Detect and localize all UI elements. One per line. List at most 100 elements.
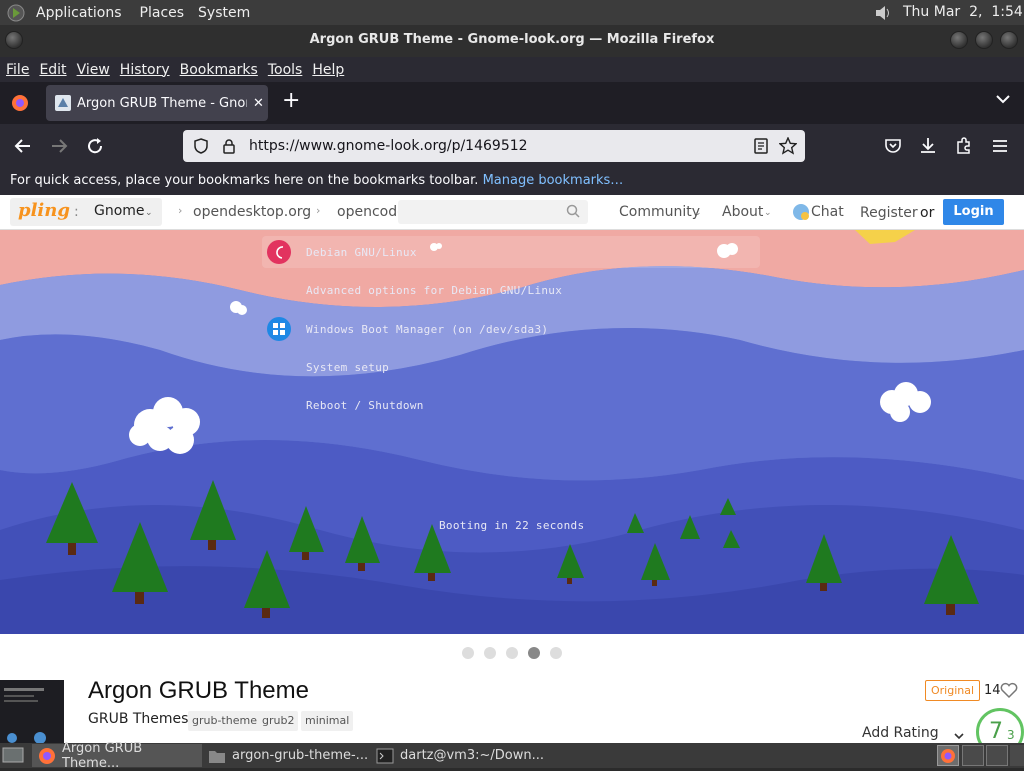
grub-entry-reboot: Reboot / Shutdown [306,399,424,412]
close-button[interactable] [1000,31,1018,49]
places-menu[interactable]: Places [140,5,185,21]
menu-history[interactable]: History [120,62,170,78]
app-menu-icon[interactable] [991,137,1009,159]
grub-entry-debian: Debian GNU/Linux [306,246,417,259]
list-all-tabs-icon[interactable] [996,92,1010,110]
trash-icon[interactable] [1010,745,1024,766]
chat-icon[interactable] [792,203,810,225]
nav-bar: https://www.gnome-look.org/p/1469512 [0,124,1024,168]
menu-tools[interactable]: Tools [268,62,303,78]
login-button[interactable]: Login [943,199,1004,225]
workspace-switcher[interactable] [937,745,959,766]
forward-icon[interactable] [50,137,68,159]
site-search-input[interactable] [398,200,588,224]
heart-icon[interactable] [1000,682,1018,703]
workspace-switcher[interactable] [962,745,984,766]
show-desktop-icon[interactable] [2,746,24,768]
address-bar[interactable]: https://www.gnome-look.org/p/1469512 [183,130,805,162]
tracking-protection-icon[interactable] [193,138,209,154]
back-icon[interactable] [14,137,32,159]
volume-icon[interactable] [873,3,893,23]
about-menu[interactable]: About [722,204,763,220]
tab-active[interactable]: Argon GRUB Theme - Gnom ✕ [46,85,268,121]
firefox-view-icon[interactable] [10,93,30,113]
nav-dot: › [316,204,321,217]
grub-countdown: Booting in 22 seconds [439,519,585,532]
workspace-switcher[interactable] [986,745,1008,766]
top-panel: Applications Places System Thu Mar 2, 1:… [0,0,1024,25]
store-selector[interactable]: pling : Gnome ⌄ [10,198,162,226]
downloads-icon[interactable] [919,136,937,158]
url-text[interactable]: https://www.gnome-look.org/p/1469512 [249,138,528,154]
system-menu[interactable]: System [198,5,250,21]
chevron-down-icon: ⌄ [694,208,702,218]
lock-icon[interactable] [221,138,237,154]
carousel-dot[interactable] [506,647,518,659]
window-title: Argon GRUB Theme - Gnome-look.org — Mozi… [309,32,715,47]
grub-entry-advanced: Advanced options for Debian GNU/Linux [306,284,563,297]
tab-label: Argon GRUB Theme - Gnom [77,95,247,111]
carousel-dot[interactable] [550,647,562,659]
store-name[interactable]: Gnome [94,203,145,219]
product-thumbnail[interactable] [0,680,64,743]
terminal-icon [376,748,394,764]
carousel-dot[interactable] [484,647,496,659]
pling-logo[interactable]: pling [18,200,70,221]
applications-menu[interactable]: Applications [36,5,122,21]
tag[interactable]: grub2 [258,711,299,731]
score-value: 7 [989,719,1003,743]
web-content: pling : Gnome ⌄ › opendesktop.org › open… [0,195,1024,743]
search-icon[interactable] [566,204,580,222]
minimize-button[interactable] [950,31,968,49]
bookmarks-toolbar: For quick access, place your bookmarks h… [0,168,1024,195]
menu-edit[interactable]: Edit [39,62,66,78]
chevron-down-icon: ⌄ [764,208,772,218]
chevron-down-icon: ⌄ [145,208,153,218]
window-menu-button[interactable] [5,31,23,49]
clock[interactable]: Thu Mar 2, 1:54 AM [903,4,1024,20]
likes-count: 14 [984,683,1001,698]
firefox-icon [38,747,56,765]
add-rating-select[interactable]: Add Rating [862,725,939,741]
window-titlebar[interactable]: Argon GRUB Theme - Gnome-look.org — Mozi… [0,25,1024,57]
community-menu[interactable]: Community [619,204,700,220]
opendesktop-link[interactable]: opendesktop.org [193,204,311,220]
task-files[interactable]: argon-grub-theme-... [202,744,370,767]
tag[interactable]: grub-theme [188,711,261,731]
menu-help[interactable]: Help [312,62,344,78]
hero-screenshot[interactable]: Debian GNU/Linux Advanced options for De… [0,230,1024,634]
tab-close-icon[interactable]: ✕ [253,96,264,111]
product-category-link[interactable]: GRUB Themes [88,711,188,727]
menu-view[interactable]: View [77,62,110,78]
carousel-dot[interactable] [462,647,474,659]
pocket-icon[interactable] [884,137,902,159]
task-terminal[interactable]: dartz@vm3:~/Down... [370,744,544,767]
menu-bar: File Edit View History Bookmarks Tools H… [0,57,1024,82]
chat-link[interactable]: Chat [811,204,844,220]
grub-entry-setup: System setup [306,361,390,374]
tag[interactable]: minimal [301,711,354,731]
product-title: Argon GRUB Theme [88,677,309,704]
task-firefox[interactable]: Argon GRUB Theme... [32,741,202,771]
manage-bookmarks-link[interactable]: Manage bookmarks… [483,173,624,188]
menu-bookmarks[interactable]: Bookmarks [180,62,258,78]
tab-bar: Argon GRUB Theme - Gnom ✕ + [0,82,1024,124]
carousel-dots [462,646,572,660]
new-tab-button[interactable]: + [282,88,300,113]
extensions-icon[interactable] [955,136,973,158]
reader-view-icon[interactable] [753,138,769,158]
original-badge: Original [925,680,981,701]
reload-icon[interactable] [86,137,104,159]
opencode-link[interactable]: opencode [337,204,406,220]
maximize-button[interactable] [975,31,993,49]
carousel-dot-active[interactable] [528,647,540,659]
grub-entry-windows: Windows Boot Manager (on /dev/sda3) [306,323,549,336]
bookmark-star-icon[interactable] [778,136,798,159]
nav-dot: › [178,204,183,217]
register-link[interactable]: Register [860,205,918,221]
gnome-foot-icon[interactable] [6,3,26,23]
or-text: or [920,205,935,221]
gnome-look-favicon-icon [55,95,71,111]
task-files-label: argon-grub-theme-... [232,748,369,763]
menu-file[interactable]: File [6,62,29,78]
